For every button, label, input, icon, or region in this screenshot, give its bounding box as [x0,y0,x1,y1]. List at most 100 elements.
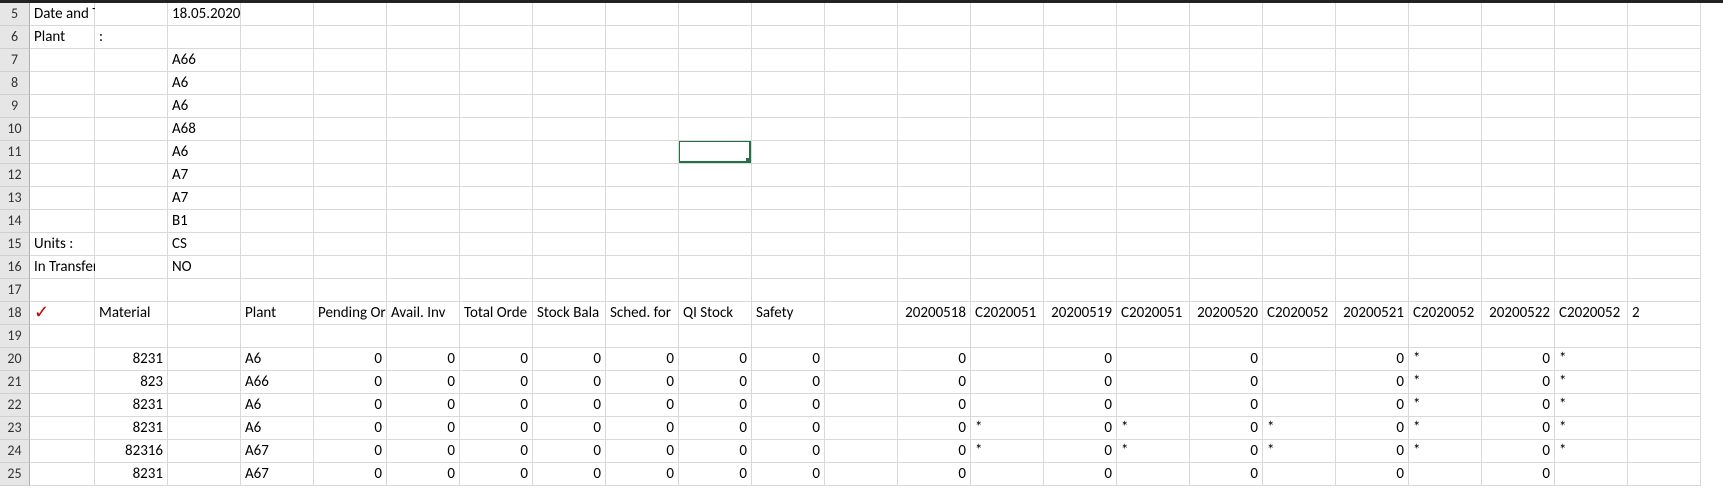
cell[interactable] [314,164,387,187]
cell[interactable] [1336,49,1409,72]
cell[interactable] [679,118,752,141]
cell[interactable] [460,164,533,187]
cell[interactable] [30,141,95,164]
cell[interactable]: 0 [460,417,533,440]
cell[interactable] [168,463,241,486]
cell[interactable] [825,440,898,463]
cell[interactable] [1482,49,1555,72]
cell[interactable]: 0 [898,440,971,463]
cell[interactable]: 0 [314,440,387,463]
cell[interactable] [1555,72,1628,95]
cell[interactable] [460,95,533,118]
cell[interactable]: A68 [168,118,241,141]
cell[interactable] [1409,26,1482,49]
cell[interactable] [752,164,825,187]
cell[interactable] [898,95,971,118]
cell[interactable]: 0 [679,440,752,463]
cell[interactable] [30,325,95,348]
cell[interactable] [1409,3,1482,26]
cell[interactable] [95,141,168,164]
cell[interactable] [825,187,898,210]
cell[interactable] [241,210,314,233]
cell[interactable] [1263,26,1336,49]
cell[interactable] [241,164,314,187]
row-header[interactable]: 20 [0,348,30,371]
cell[interactable]: A7 [168,187,241,210]
cell[interactable]: 0 [1336,348,1409,371]
cell[interactable] [1117,394,1190,417]
cell[interactable] [1117,256,1190,279]
cell[interactable] [1555,325,1628,348]
cell[interactable] [1044,72,1117,95]
cell[interactable] [971,256,1044,279]
cell[interactable]: 0 [898,463,971,486]
cell[interactable]: 0 [898,417,971,440]
row-8[interactable]: 8A6 [0,72,1723,95]
cell[interactable] [460,210,533,233]
cell[interactable] [679,141,752,164]
cell-material[interactable]: 823 [95,371,168,394]
cell[interactable] [679,26,752,49]
cell[interactable]: 0 [314,394,387,417]
cell[interactable] [95,164,168,187]
cell[interactable] [752,210,825,233]
header-material[interactable]: Material [95,302,168,325]
cell[interactable]: * [971,440,1044,463]
cell[interactable] [1117,95,1190,118]
cell[interactable]: 0 [752,440,825,463]
cell[interactable] [898,49,971,72]
cell[interactable] [30,440,95,463]
cell[interactable] [898,233,971,256]
cell[interactable] [752,95,825,118]
cell[interactable] [314,49,387,72]
table-row[interactable]: 228231A600000000000*0* [0,394,1723,417]
cell[interactable]: A7 [168,164,241,187]
cell[interactable] [1482,279,1555,302]
cell[interactable] [168,371,241,394]
cell[interactable] [168,417,241,440]
cell[interactable] [1336,210,1409,233]
row-17[interactable]: 17 [0,279,1723,302]
cell[interactable] [1263,371,1336,394]
table-row[interactable]: 238231A600000000*0*0*0*0* [0,417,1723,440]
cell[interactable] [30,463,95,486]
cell[interactable] [533,187,606,210]
cell[interactable] [241,256,314,279]
cell[interactable] [241,325,314,348]
cell[interactable] [241,187,314,210]
cell[interactable] [679,95,752,118]
cell[interactable] [460,26,533,49]
cell[interactable]: 0 [898,394,971,417]
cell[interactable] [1409,118,1482,141]
cell[interactable] [1628,118,1701,141]
cell[interactable] [533,72,606,95]
header-date-3[interactable]: 20200520 [1190,302,1263,325]
cell[interactable] [1482,141,1555,164]
cell[interactable] [1117,210,1190,233]
cell[interactable] [971,325,1044,348]
cell[interactable] [1263,463,1336,486]
row-header[interactable]: 24 [0,440,30,463]
cell[interactable] [241,72,314,95]
cell[interactable] [1555,187,1628,210]
cell[interactable] [1628,141,1701,164]
cell[interactable]: 0 [1336,371,1409,394]
cell[interactable] [1117,164,1190,187]
cell[interactable]: 0 [1044,348,1117,371]
cell[interactable] [606,279,679,302]
cell[interactable] [1336,187,1409,210]
cell[interactable] [1044,256,1117,279]
cell[interactable]: 0 [533,417,606,440]
cell[interactable]: * [1117,417,1190,440]
cell[interactable] [1482,3,1555,26]
cell[interactable]: 0 [752,394,825,417]
cell[interactable] [1336,279,1409,302]
cell[interactable] [1117,325,1190,348]
cell[interactable] [1263,233,1336,256]
cell[interactable] [1555,49,1628,72]
cell[interactable]: 0 [679,463,752,486]
cell[interactable] [1190,95,1263,118]
table-row[interactable]: 258231A67000000000000 [0,463,1723,486]
cell[interactable]: 0 [1190,394,1263,417]
cell[interactable] [241,3,314,26]
